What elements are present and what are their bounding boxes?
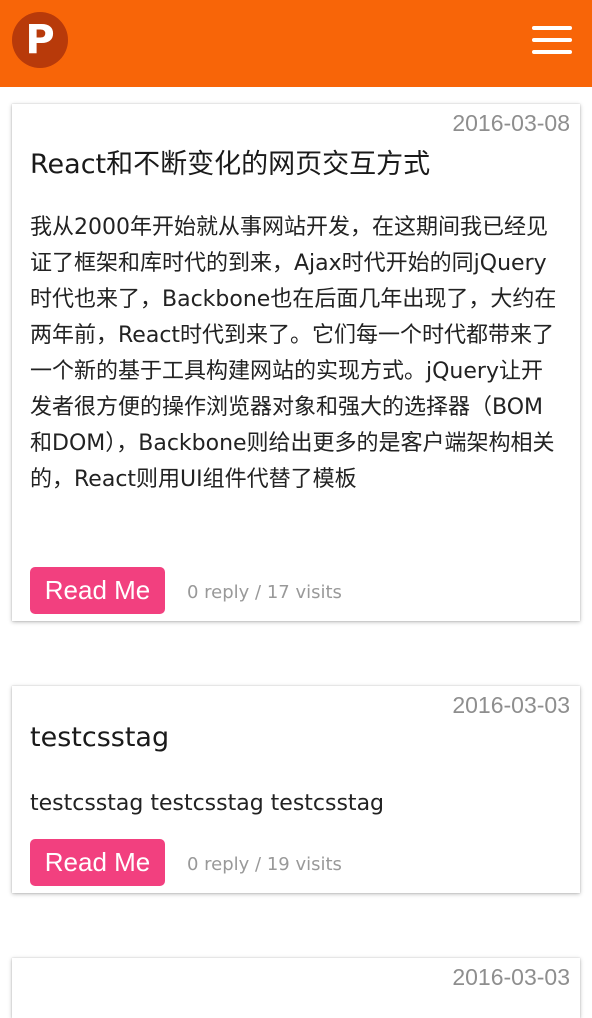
post-date: 2016-03-03 [452, 692, 570, 718]
post-stats: 0 reply / 19 visits [187, 854, 342, 875]
menu-line [532, 26, 572, 30]
post-excerpt: 我从2000年开始就从事网站开发，在这期间我已经见证了框架和库时代的到来，Aja… [30, 215, 557, 492]
post-stats: 0 reply / 17 visits [187, 582, 342, 603]
post-card: 2016-03-08 React和不断变化的网页交互方式 我从2000年开始就从… [12, 104, 580, 621]
post-title[interactable]: React和不断变化的网页交互方式 [30, 142, 430, 181]
hamburger-menu-icon[interactable] [530, 26, 574, 56]
post-card: 2016-03-03 testcsstag testcsstag testcss… [12, 686, 580, 893]
read-me-button[interactable]: Read Me [30, 839, 165, 886]
post-date: 2016-03-03 [452, 964, 570, 990]
site-logo[interactable]: P [12, 12, 68, 68]
top-bar: P [0, 0, 592, 87]
menu-line [532, 50, 572, 54]
post-excerpt: testcsstag testcsstag testcsstag [30, 791, 385, 816]
post-title[interactable]: testcsstag [30, 722, 169, 753]
post-date: 2016-03-08 [452, 110, 570, 136]
post-card: 2016-03-03 [12, 958, 580, 1018]
read-me-button[interactable]: Read Me [30, 567, 165, 614]
menu-line [532, 38, 572, 42]
